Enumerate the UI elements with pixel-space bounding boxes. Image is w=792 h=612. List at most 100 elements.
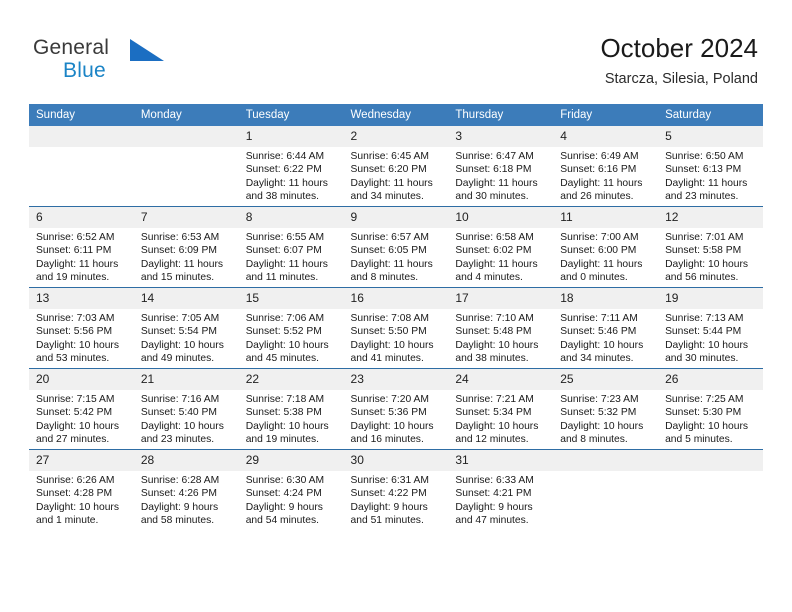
day-number: 29	[238, 450, 344, 471]
day-number: 14	[133, 288, 239, 309]
daylight-text-line1: Daylight: 11 hours	[455, 258, 538, 270]
daylight-text-line1: Daylight: 10 hours	[665, 258, 749, 270]
daylight-text-line1: Daylight: 10 hours	[560, 339, 644, 351]
daylight-text-line2: and 15 minutes.	[140, 272, 215, 284]
calendar-day-cell[interactable]: 1 Sunrise: 6:44 AM Sunset: 6:22 PM Daylight…	[238, 126, 344, 207]
calendar-day-cell[interactable]: 26 Sunrise: 7:25 AM Sunset: 5:30 PM Dayligh…	[658, 368, 763, 450]
day-details: Sunrise: 7:11 AM Sunset: 5:46 PM Daylight:…	[553, 309, 658, 366]
daylight-text-line1: Daylight: 10 hours	[665, 420, 749, 432]
calendar-day-cell[interactable]: 20 Sunrise: 7:15 AM Sunset: 5:42 PM Dayligh…	[29, 368, 134, 450]
day-details: Sunrise: 6:28 AM Sunset: 4:26 PM Daylight:…	[134, 471, 239, 528]
calendar-day-cell[interactable]: 23 Sunrise: 7:20 AM Sunset: 5:36 PM Dayligh…	[343, 368, 449, 450]
sunrise-text: Sunrise: 7:00 AM	[560, 232, 639, 243]
sunset-text: Sunset: 6:20 PM	[350, 164, 427, 176]
daylight-text-line2: and 47 minutes.	[455, 515, 529, 527]
calendar-day-cell[interactable]: 14 Sunrise: 7:05 AM Sunset: 5:54 PM Dayligh…	[133, 287, 239, 369]
sunrise-text: Sunrise: 7:20 AM	[350, 394, 429, 405]
calendar-day-cell[interactable]: 2 Sunrise: 6:45 AM Sunset: 6:20 PM Daylight…	[343, 126, 449, 207]
daylight-text-line1: Daylight: 9 hours	[140, 501, 219, 513]
calendar-day-cell[interactable]: 5 Sunrise: 6:50 AM Sunset: 6:13 PM Daylight…	[658, 126, 763, 207]
daylight-text-line1: Daylight: 11 hours	[350, 258, 433, 270]
day-number: 15	[238, 288, 344, 309]
sunset-text: Sunset: 5:40 PM	[140, 407, 217, 419]
calendar-day-cell[interactable]: 9 Sunrise: 6:57 AM Sunset: 6:05 PM Daylight…	[343, 206, 449, 288]
calendar-day-cell[interactable]: 28 Sunrise: 6:28 AM Sunset: 4:26 PM Dayligh…	[133, 449, 239, 530]
calendar-day-cell[interactable]: 16 Sunrise: 7:08 AM Sunset: 5:50 PM Dayligh…	[343, 287, 449, 369]
calendar-day-cell[interactable]: 31 Sunrise: 6:33 AM Sunset: 4:21 PM Dayligh…	[448, 449, 554, 530]
day-number: 30	[343, 450, 449, 471]
day-details: Sunrise: 6:33 AM Sunset: 4:21 PM Daylight:…	[448, 471, 553, 528]
day-details: Sunrise: 6:31 AM Sunset: 4:22 PM Daylight:…	[344, 471, 449, 528]
calendar-day-cell[interactable]: 18 Sunrise: 7:11 AM Sunset: 5:46 PM Dayligh…	[553, 287, 659, 369]
day-number	[29, 126, 134, 147]
daylight-text-line2: and 23 minutes.	[140, 434, 215, 446]
day-number: 18	[553, 288, 659, 309]
sunrise-text: Sunrise: 7:23 AM	[560, 394, 639, 405]
sunrise-text: Sunrise: 6:30 AM	[245, 475, 325, 486]
day-number: 31	[448, 450, 554, 471]
day-number: 12	[658, 207, 763, 228]
sunrise-text: Sunrise: 6:58 AM	[455, 232, 534, 243]
calendar-day-cell[interactable]: 15 Sunrise: 7:06 AM Sunset: 5:52 PM Dayligh…	[238, 287, 344, 369]
weekday-header-saturday: Saturday	[658, 104, 763, 126]
calendar-day-cell[interactable]: 4 Sunrise: 6:49 AM Sunset: 6:16 PM Daylight…	[553, 126, 659, 207]
calendar-day-cell[interactable]: 13 Sunrise: 7:03 AM Sunset: 5:56 PM Dayligh…	[29, 287, 134, 369]
calendar-day-cell[interactable]: 7 Sunrise: 6:53 AM Sunset: 6:09 PM Daylight…	[133, 206, 239, 288]
sunrise-text: Sunrise: 7:18 AM	[245, 394, 325, 405]
daylight-text-line1: Daylight: 10 hours	[560, 420, 644, 432]
day-details: Sunrise: 6:26 AM Sunset: 4:28 PM Daylight:…	[29, 471, 134, 528]
calendar-day-cell[interactable]: 12 Sunrise: 7:01 AM Sunset: 5:58 PM Dayligh…	[658, 206, 763, 288]
day-number: 21	[133, 369, 239, 390]
brand-logo[interactable]: General Blue	[33, 36, 273, 92]
calendar-day-cell[interactable]: 29 Sunrise: 6:30 AM Sunset: 4:24 PM Dayligh…	[238, 449, 344, 530]
location-subtitle: Starcza, Silesia, Poland	[604, 71, 758, 87]
day-details: Sunrise: 6:55 AM Sunset: 6:07 PM Daylight:…	[239, 228, 344, 285]
day-details: Sunrise: 7:25 AM Sunset: 5:30 PM Daylight:…	[658, 390, 763, 447]
calendar-day-cell[interactable]: 8 Sunrise: 6:55 AM Sunset: 6:07 PM Daylight…	[238, 206, 344, 288]
daylight-text-line2: and 8 minutes.	[560, 434, 628, 446]
calendar-day-cell[interactable]: 3 Sunrise: 6:47 AM Sunset: 6:18 PM Daylight…	[448, 126, 554, 207]
calendar-day-cell[interactable]: 10 Sunrise: 6:58 AM Sunset: 6:02 PM Dayligh…	[448, 206, 554, 288]
sunset-text: Sunset: 6:09 PM	[140, 245, 217, 257]
daylight-text-line1: Daylight: 10 hours	[350, 339, 434, 351]
sunset-text: Sunset: 4:21 PM	[455, 488, 532, 500]
day-details: Sunrise: 6:47 AM Sunset: 6:18 PM Daylight:…	[448, 147, 553, 204]
calendar-day-cell[interactable]: 17 Sunrise: 7:10 AM Sunset: 5:48 PM Dayligh…	[448, 287, 554, 369]
brand-name-blue: Blue	[63, 59, 106, 82]
sunrise-text: Sunrise: 6:52 AM	[36, 232, 115, 243]
calendar-day-cell[interactable]: 25 Sunrise: 7:23 AM Sunset: 5:32 PM Dayligh…	[553, 368, 659, 450]
daylight-text-line1: Daylight: 10 hours	[140, 339, 224, 351]
calendar-day-cell[interactable]: 22 Sunrise: 7:18 AM Sunset: 5:38 PM Dayligh…	[238, 368, 344, 450]
calendar-day-cell[interactable]: 11 Sunrise: 7:00 AM Sunset: 6:00 PM Dayligh…	[553, 206, 659, 288]
calendar-day-cell[interactable]: 6 Sunrise: 6:52 AM Sunset: 6:11 PM Daylight…	[29, 206, 134, 288]
day-number: 22	[238, 369, 344, 390]
sunrise-text: Sunrise: 7:08 AM	[350, 313, 429, 324]
day-number	[658, 450, 763, 471]
sunset-text: Sunset: 5:32 PM	[560, 407, 637, 419]
day-number: 23	[343, 369, 449, 390]
daylight-text-line1: Daylight: 10 hours	[665, 339, 749, 351]
calendar-body: 1 Sunrise: 6:44 AM Sunset: 6:22 PM Daylight…	[29, 126, 763, 530]
calendar-day-cell[interactable]: 27 Sunrise: 6:26 AM Sunset: 4:28 PM Dayligh…	[29, 449, 134, 530]
sunrise-text: Sunrise: 6:44 AM	[245, 151, 325, 162]
day-details: Sunrise: 6:58 AM Sunset: 6:02 PM Daylight:…	[448, 228, 553, 285]
daylight-text-line2: and 53 minutes.	[36, 353, 110, 365]
sunset-text: Sunset: 4:26 PM	[140, 488, 217, 500]
calendar-day-cell[interactable]: 19 Sunrise: 7:13 AM Sunset: 5:44 PM Dayligh…	[658, 287, 763, 369]
day-number: 13	[29, 288, 134, 309]
calendar-day-cell-empty	[133, 126, 239, 207]
daylight-text-line1: Daylight: 10 hours	[140, 420, 224, 432]
calendar-day-cell[interactable]: 30 Sunrise: 6:31 AM Sunset: 4:22 PM Dayligh…	[343, 449, 449, 530]
day-number: 24	[448, 369, 554, 390]
day-details: Sunrise: 7:01 AM Sunset: 5:58 PM Daylight:…	[658, 228, 763, 285]
daylight-text-line1: Daylight: 10 hours	[36, 501, 119, 513]
sunrise-text: Sunrise: 7:01 AM	[665, 232, 744, 243]
daylight-text-line2: and 1 minute.	[36, 515, 99, 527]
weekday-header-thursday: Thursday	[448, 104, 554, 126]
page-header: General Blue October 2024 Starcza, Siles…	[0, 0, 792, 100]
day-number: 11	[553, 207, 659, 228]
calendar-day-cell[interactable]: 24 Sunrise: 7:21 AM Sunset: 5:34 PM Dayligh…	[448, 368, 554, 450]
daylight-text-line1: Daylight: 11 hours	[350, 177, 433, 189]
calendar-day-cell[interactable]: 21 Sunrise: 7:16 AM Sunset: 5:40 PM Dayligh…	[133, 368, 239, 450]
daylight-text-line2: and 11 minutes.	[245, 272, 319, 284]
